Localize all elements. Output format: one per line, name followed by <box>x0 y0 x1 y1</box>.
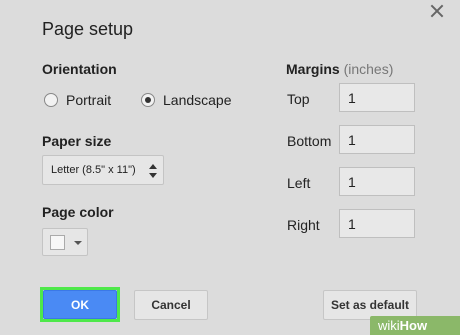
ok-button-highlight: OK <box>40 287 120 322</box>
page-color-label: Page color <box>42 204 114 220</box>
margins-unit: (inches) <box>343 61 394 77</box>
margins-heading: Margins (inches) <box>286 61 393 77</box>
orientation-landscape-option[interactable]: Landscape <box>141 92 232 108</box>
margin-bottom-label: Bottom <box>287 133 332 149</box>
margin-top-label: Top <box>287 91 310 107</box>
landscape-label: Landscape <box>163 92 232 108</box>
ok-button[interactable]: OK <box>43 290 117 319</box>
dialog-title: Page setup <box>42 19 134 39</box>
select-arrows-icon <box>149 164 157 178</box>
orientation-portrait-option[interactable]: Portrait <box>44 92 111 108</box>
portrait-radio[interactable] <box>44 93 58 107</box>
wikihow-watermark: wiki How <box>370 316 460 335</box>
close-icon[interactable] <box>428 2 446 20</box>
landscape-radio[interactable] <box>141 93 155 107</box>
paper-size-select[interactable]: Letter (8.5" x 11") <box>42 155 164 185</box>
color-swatch <box>50 235 65 250</box>
cancel-button[interactable]: Cancel <box>134 290 208 320</box>
margin-bottom-input[interactable]: 1 <box>339 125 415 154</box>
paper-size-label: Paper size <box>42 133 112 149</box>
page-color-picker[interactable] <box>42 228 88 256</box>
caret-down-icon <box>74 241 82 245</box>
margin-left-input[interactable]: 1 <box>339 167 415 196</box>
watermark-how: How <box>399 318 428 333</box>
portrait-label: Portrait <box>66 92 112 108</box>
paper-size-value: Letter (8.5" x 11") <box>51 164 136 176</box>
orientation-label: Orientation <box>42 61 117 77</box>
margin-right-input[interactable]: 1 <box>339 209 415 238</box>
margin-right-label: Right <box>287 217 320 233</box>
page-setup-dialog: Page setup Orientation Portrait Landscap… <box>0 0 460 335</box>
watermark-wiki: wiki <box>378 318 400 333</box>
margin-top-input[interactable]: 1 <box>339 83 415 112</box>
margins-label: Margins <box>286 61 340 77</box>
margin-left-label: Left <box>287 175 311 191</box>
